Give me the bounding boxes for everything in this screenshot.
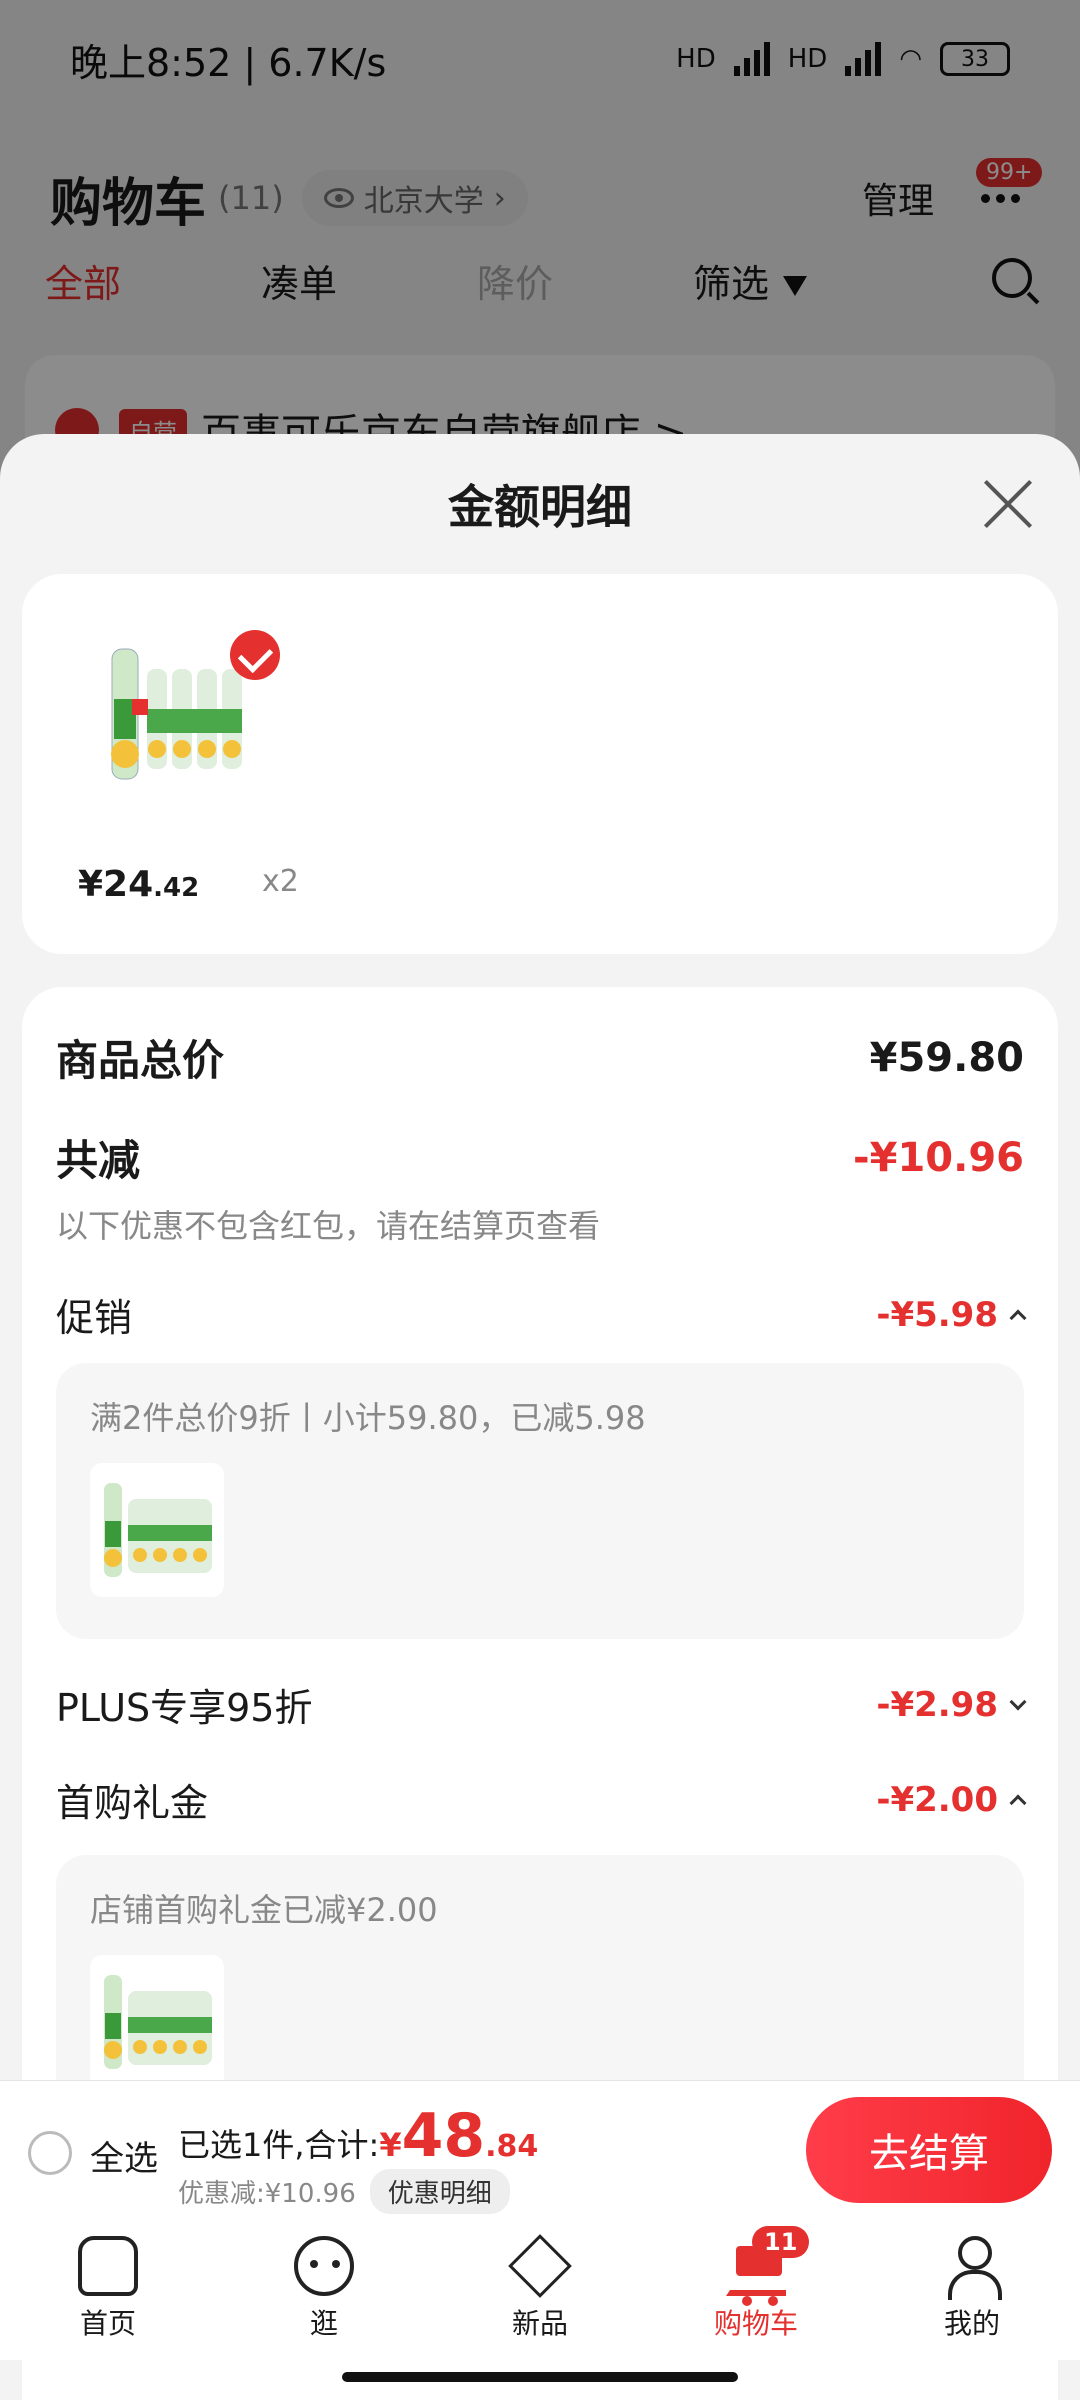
product-quantity: x2 [262,864,299,899]
currency-symbol: ¥ [379,2126,402,2164]
promo-value: -¥5.98 [876,1294,998,1335]
total-price-label: 商品总价 [56,1036,225,1085]
reduce-value: -¥10.96 [853,1134,1024,1181]
tab-new-label: 新品 [511,2307,568,2340]
cart-count-badge: 11 [752,2226,810,2258]
home-icon [78,2236,138,2296]
first-gift-label: 首购礼金 [56,1781,209,1825]
checkout-bar: 全选 已选1件,合计: ¥ 48 .84 优惠减:¥10.96 优惠明细 去结算 [0,2080,1080,2220]
tab-mine-label: 我的 [943,2307,1000,2340]
sheet-header: 金额明细 [0,434,1080,574]
first-gift-detail-text: 店铺首购礼金已减¥2.00 [90,1891,438,1929]
promo-product-thumb [90,1463,224,1597]
plus-label: PLUS专享95折 [56,1686,313,1730]
chevron-up-icon [1009,1309,1027,1326]
total-decimal: .84 [485,2129,539,2164]
promo-detail-box: 满2件总价9折丨小计59.80，已减5.98 [56,1363,1024,1639]
tab-home[interactable]: 首页 [0,2220,216,2360]
first-gift-row[interactable]: 首购礼金 -¥2.00 [56,1772,1027,1827]
summary-prefix: 已选1件,合计: [178,2126,380,2164]
promo-value-wrap: -¥5.98 [876,1294,1027,1335]
total-price-value: ¥59.80 [869,1034,1024,1081]
tab-mine[interactable]: 我的 [864,2220,1080,2360]
reduce-note: 以下优惠不包含红包，请在结算页查看 [56,1207,601,1245]
chevron-down-icon [1009,1693,1027,1710]
user-icon [942,2236,1002,2300]
selected-summary: 已选1件,合计: ¥ 48 .84 [178,2101,538,2171]
plus-value: -¥2.98 [876,1684,998,1725]
browse-face-icon [294,2236,354,2296]
tab-home-label: 首页 [79,2307,136,2340]
tab-cart[interactable]: 购物车 11 [648,2220,864,2360]
first-gift-value-wrap: -¥2.00 [876,1779,1027,1820]
checkout-button[interactable]: 去结算 [806,2097,1052,2203]
discount-text: 优惠减:¥10.96 [178,2179,356,2209]
select-all-label[interactable]: 全选 [90,2131,158,2180]
plus-row[interactable]: PLUS专享95折 -¥2.98 [56,1677,1027,1732]
tab-browse-label: 逛 [309,2307,338,2340]
product-card: ¥24.42 x2 [22,574,1058,954]
sheet-title: 金额明细 [448,480,632,534]
home-indicator[interactable] [342,2372,738,2382]
first-gift-value: -¥2.00 [876,1779,998,1820]
first-gift-product-thumb [90,1955,224,2089]
product-thumb-image [104,1975,212,2069]
product-thumb-image [104,1483,212,1577]
close-icon[interactable] [976,472,1040,536]
chevron-up-icon [1009,1794,1027,1811]
promo-label: 促销 [56,1296,133,1340]
discount-detail-button[interactable]: 优惠明细 [369,2169,510,2214]
box-icon [508,2234,572,2298]
total-integer: 48 [401,2101,486,2171]
promo-detail-text: 满2件总价9折丨小计59.80，已减5.98 [90,1399,646,1437]
selected-check-icon [230,630,280,680]
promo-row[interactable]: 促销 -¥5.98 [56,1287,1027,1342]
total-price-row: 商品总价 ¥59.80 [56,1027,1024,1088]
product-price: ¥24.42 [78,864,200,905]
tab-browse[interactable]: 逛 [216,2220,432,2360]
select-all-checkbox[interactable] [28,2131,72,2175]
bottom-tab-bar: 首页 逛 新品 购物车 11 我的 [0,2220,1080,2360]
reduce-row: 共减 -¥10.96 [56,1127,1024,1188]
tab-cart-label: 购物车 [713,2307,798,2340]
plus-value-wrap: -¥2.98 [876,1684,1027,1725]
reduce-label: 共减 [56,1136,141,1185]
tab-new[interactable]: 新品 [432,2220,648,2360]
discount-line: 优惠减:¥10.96 优惠明细 [178,2169,510,2214]
